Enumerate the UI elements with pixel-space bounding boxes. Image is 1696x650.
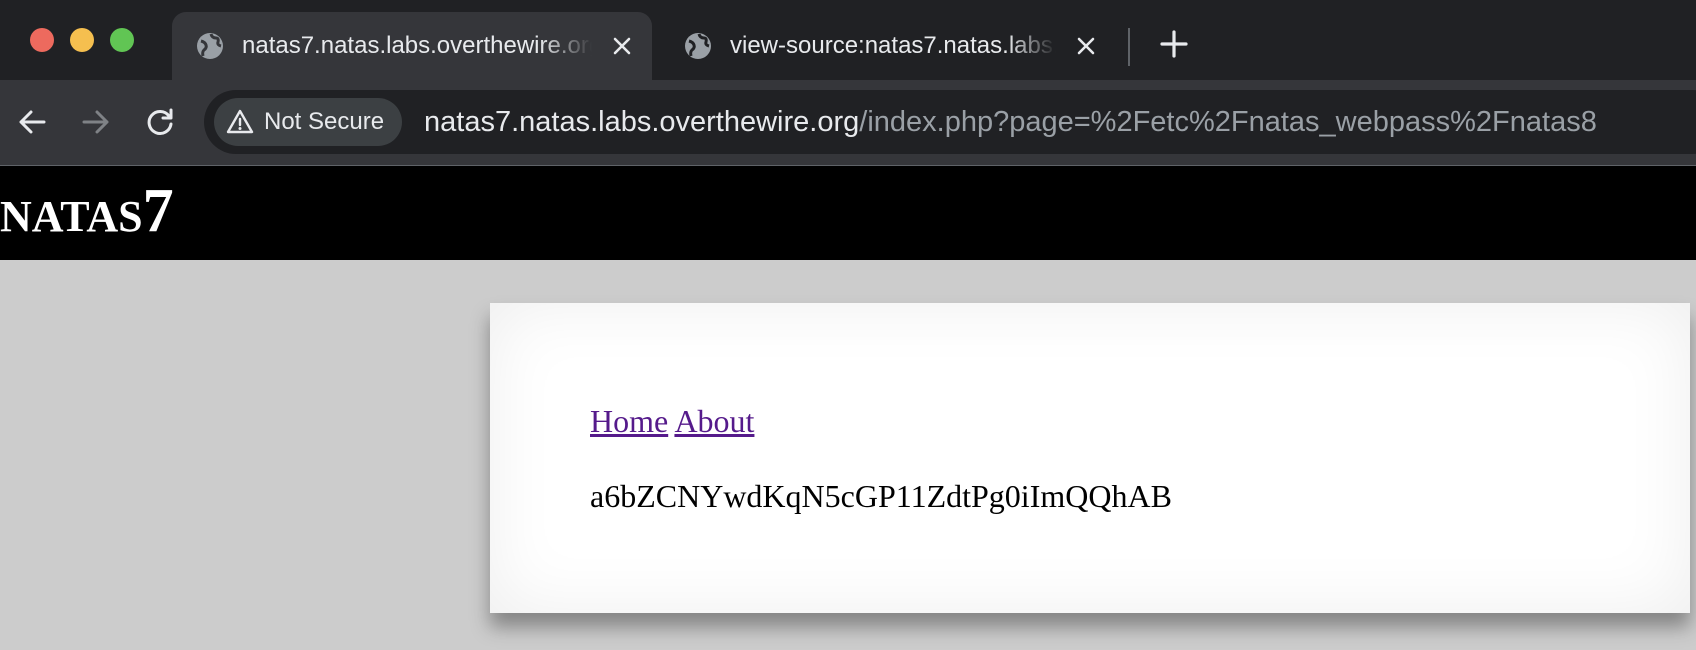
address-bar[interactable]: Not Secure natas7.natas.labs.overthewire… <box>204 90 1696 154</box>
site-title: NATAS7 <box>0 180 174 242</box>
url-domain: natas7.natas.labs.overthewire.org <box>424 106 860 138</box>
warning-triangle-icon <box>226 109 254 134</box>
globe-icon <box>685 33 711 59</box>
arrow-right-icon <box>82 110 109 134</box>
window-maximize-button[interactable] <box>110 28 134 52</box>
about-link[interactable]: About <box>674 403 754 439</box>
site-title-number: 7 <box>142 177 174 245</box>
arrow-left-icon <box>19 110 46 134</box>
window-minimize-button[interactable] <box>70 28 94 52</box>
tab-divider <box>1128 28 1130 66</box>
window-close-button[interactable] <box>30 28 54 52</box>
browser-titlebar: natas7.natas.labs.overthewire.org view-s… <box>0 0 1696 80</box>
browser-toolbar: Not Secure natas7.natas.labs.overthewire… <box>0 80 1696 166</box>
tab-close-button[interactable] <box>606 30 638 62</box>
tab-view-source[interactable]: view-source:natas7.natas.labs.overthewir… <box>660 12 1116 80</box>
close-icon <box>1077 37 1095 55</box>
home-link[interactable]: Home <box>590 403 668 439</box>
security-label: Not Secure <box>264 108 385 135</box>
security-indicator[interactable]: Not Secure <box>214 98 403 146</box>
site-header: NATAS7 <box>0 166 1696 260</box>
password-text: a6bZCNYwdKqN5cGP11ZdtPg0iImQQhAB <box>590 478 1172 514</box>
reload-icon <box>147 108 173 135</box>
new-tab-button[interactable] <box>1156 26 1192 62</box>
nav-links: Home About <box>590 403 754 440</box>
close-icon <box>613 37 631 55</box>
tab-natas7[interactable]: natas7.natas.labs.overthewire.org <box>172 12 652 80</box>
tab-title: view-source:natas7.natas.labs.overthewir… <box>730 32 1056 59</box>
tab-title: natas7.natas.labs.overthewire.org <box>242 32 592 59</box>
site-title-prefix: NATAS <box>0 192 143 241</box>
forward-button[interactable] <box>76 102 116 142</box>
reload-button[interactable] <box>140 102 180 142</box>
url-path: /index.php?page=%2Fetc%2Fnatas_webpass%2… <box>859 106 1597 138</box>
content-card: Home About a6bZCNYwdKqN5cGP11ZdtPg0iImQQ… <box>490 303 1690 613</box>
plus-icon <box>1160 30 1188 58</box>
back-button[interactable] <box>12 102 52 142</box>
globe-icon <box>197 33 223 59</box>
url-text[interactable]: natas7.natas.labs.overthewire.org/index.… <box>424 90 1597 154</box>
tab-close-button[interactable] <box>1070 30 1102 62</box>
